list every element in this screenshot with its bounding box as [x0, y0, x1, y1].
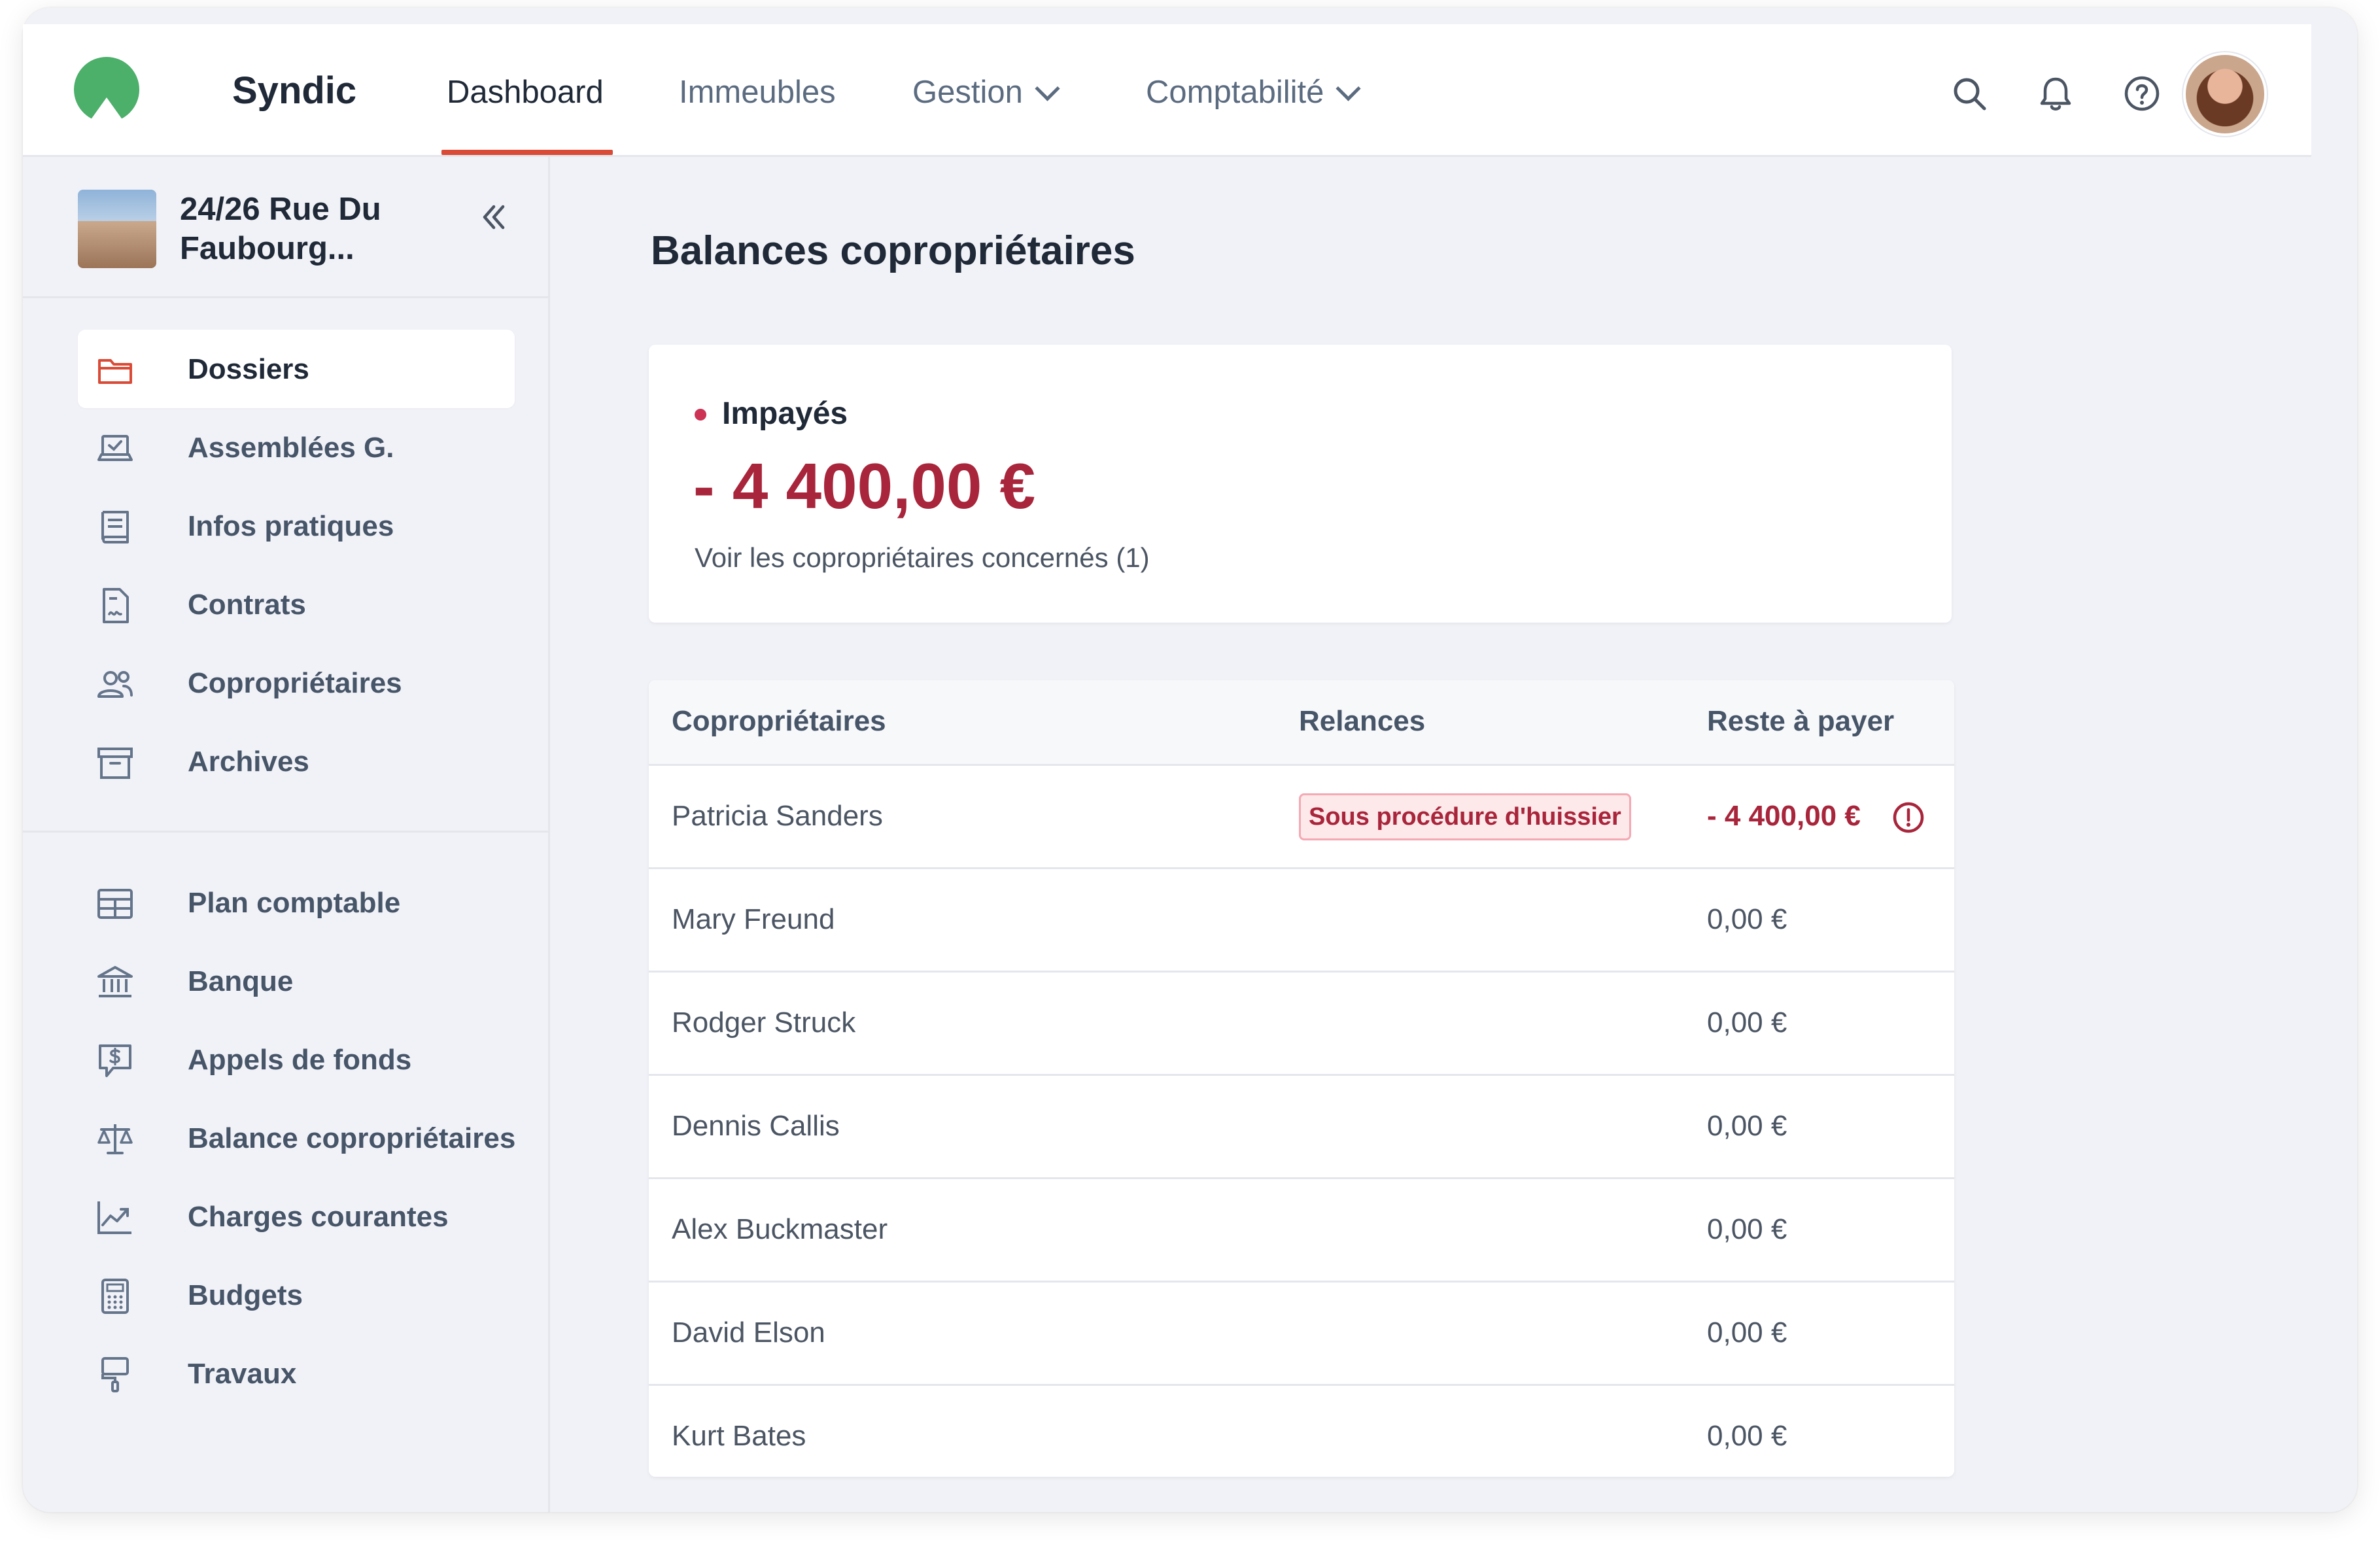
dollar-message-icon [99, 1044, 131, 1077]
bell-icon[interactable] [2036, 74, 2075, 113]
brand-name[interactable]: Syndic [232, 69, 356, 112]
owners-balance-table: Copropriétaires Relances Reste à payer P… [649, 680, 1954, 1477]
page-title: Balances copropriétaires [651, 228, 1135, 273]
sidebar-item-assemblees[interactable]: Assemblées G. [78, 408, 515, 487]
sidebar-item-label: Travaux [188, 1358, 297, 1390]
amount-due: 0,00 € [1707, 1007, 1787, 1039]
bank-icon [97, 966, 133, 997]
amount-due: 0,00 € [1707, 903, 1787, 935]
unpaid-summary-card: Impayés - 4 400,00 € Voir les copropriét… [649, 345, 1952, 623]
unpaid-amount: - 4 400,00 € [693, 450, 1036, 522]
sidebar-item-banque[interactable]: Banque [78, 942, 515, 1020]
column-header-coproprietaires[interactable]: Copropriétaires [672, 705, 886, 738]
status-dot [695, 409, 706, 421]
book-icon [101, 511, 129, 543]
sidebar-item-archives[interactable]: Archives [78, 722, 515, 801]
table-row[interactable]: Kurt Bates 0,00 € [649, 1386, 1954, 1477]
amount-due: 0,00 € [1707, 1317, 1787, 1349]
chevron-down-icon [1035, 76, 1060, 101]
owner-name: Dennis Callis [672, 1110, 840, 1142]
column-header-relances[interactable]: Relances [1299, 705, 1425, 738]
column-header-reste-a-payer[interactable]: Reste à payer [1707, 705, 1894, 738]
nav-comptabilite[interactable]: Comptabilité [1146, 74, 1361, 111]
table-row[interactable]: Rodger Struck 0,00 € [649, 973, 1954, 1076]
sidebar-item-label: Banque [188, 965, 294, 997]
table-row[interactable]: Alex Buckmaster 0,00 € [649, 1179, 1954, 1283]
owner-name: Kurt Bates [672, 1420, 806, 1452]
paint-roller-icon [101, 1357, 129, 1392]
contract-icon [103, 588, 129, 623]
sidebar-item-plan-comptable[interactable]: Plan comptable [78, 863, 515, 942]
sidebar: 24/26 Rue Du Faubourg... Dossiers Assemb… [23, 157, 550, 1512]
sidebar-item-infos-pratiques[interactable]: Infos pratiques [78, 487, 515, 565]
calculator-icon [101, 1279, 129, 1314]
sidebar-item-label: Assemblées G. [188, 432, 394, 464]
table-row[interactable]: Dennis Callis 0,00 € [649, 1076, 1954, 1179]
user-avatar[interactable] [2186, 55, 2264, 133]
sidebar-item-label: Budgets [188, 1279, 303, 1311]
sidebar-item-travaux[interactable]: Travaux [78, 1334, 515, 1413]
sidebar-item-label: Balance copropriétaires [188, 1122, 516, 1154]
chevron-down-icon [1336, 76, 1361, 101]
unpaid-label: Impayés [722, 396, 848, 431]
top-navigation-bar: Syndic Dashboard Immeubles Gestion Compt… [23, 24, 2311, 157]
alert-circle-icon[interactable] [1891, 801, 1925, 835]
owner-name: Mary Freund [672, 903, 835, 935]
nav-gestion-label: Gestion [912, 75, 1023, 110]
owner-name: Patricia Sanders [672, 800, 883, 832]
owner-name: Rodger Struck [672, 1007, 856, 1039]
sidebar-item-coproprietaires[interactable]: Copropriétaires [78, 644, 515, 722]
sidebar-item-label: Contrats [188, 589, 306, 621]
table-row[interactable]: David Elson 0,00 € [649, 1283, 1954, 1386]
building-thumbnail [78, 190, 156, 268]
sidebar-item-label: Dossiers [188, 353, 309, 385]
amount-due: - 4 400,00 € [1707, 800, 1861, 832]
syndic-logo-icon[interactable] [70, 57, 143, 130]
folder-icon [98, 359, 132, 384]
building-name[interactable]: 24/26 Rue Du Faubourg... [180, 190, 441, 268]
amount-due: 0,00 € [1707, 1420, 1787, 1452]
sidebar-item-label: Copropriétaires [188, 667, 402, 699]
help-icon[interactable] [2122, 74, 2162, 113]
sidebar-item-label: Appels de fonds [188, 1044, 412, 1076]
owner-name: David Elson [672, 1317, 825, 1349]
collapse-sidebar-icon[interactable] [474, 198, 513, 237]
amount-due: 0,00 € [1707, 1110, 1787, 1142]
table-row[interactable]: Mary Freund 0,00 € [649, 869, 1954, 973]
users-icon [97, 671, 133, 698]
sidebar-divider [23, 296, 548, 298]
table-icon [97, 889, 133, 919]
nav-dashboard[interactable]: Dashboard [447, 74, 604, 111]
owner-name: Alex Buckmaster [672, 1213, 888, 1245]
table-row[interactable]: Patricia Sanders Sous procédure d'huissi… [649, 766, 1954, 869]
trend-chart-icon [97, 1201, 131, 1234]
archive-icon [97, 748, 133, 779]
scale-icon [97, 1124, 133, 1154]
sidebar-item-label: Plan comptable [188, 887, 401, 919]
sidebar-item-label: Charges courantes [188, 1201, 449, 1233]
view-concerned-owners-link[interactable]: Voir les copropriétaires concernés (1) [695, 542, 1150, 574]
sidebar-divider [23, 831, 548, 833]
nav-comptabilite-label: Comptabilité [1146, 75, 1324, 110]
search-icon[interactable] [1950, 74, 1989, 113]
nav-gestion[interactable]: Gestion [912, 74, 1060, 111]
sidebar-item-budgets[interactable]: Budgets [78, 1256, 515, 1334]
sidebar-item-balance-coproprietaires[interactable]: Balance copropriétaires [78, 1099, 515, 1177]
sidebar-item-label: Infos pratiques [188, 510, 394, 542]
amount-due: 0,00 € [1707, 1213, 1787, 1245]
nav-immeubles[interactable]: Immeubles [679, 74, 836, 111]
sidebar-item-charges-courantes[interactable]: Charges courantes [78, 1177, 515, 1256]
status-badge: Sous procédure d'huissier [1299, 793, 1631, 840]
sidebar-item-appels-de-fonds[interactable]: Appels de fonds [78, 1020, 515, 1099]
table-header: Copropriétaires Relances Reste à payer [649, 680, 1954, 766]
sidebar-item-label: Archives [188, 746, 309, 778]
sidebar-item-contrats[interactable]: Contrats [78, 565, 515, 644]
sidebar-item-dossiers[interactable]: Dossiers [78, 330, 515, 408]
nav-active-indicator [441, 150, 613, 155]
laptop-check-icon [97, 435, 133, 461]
